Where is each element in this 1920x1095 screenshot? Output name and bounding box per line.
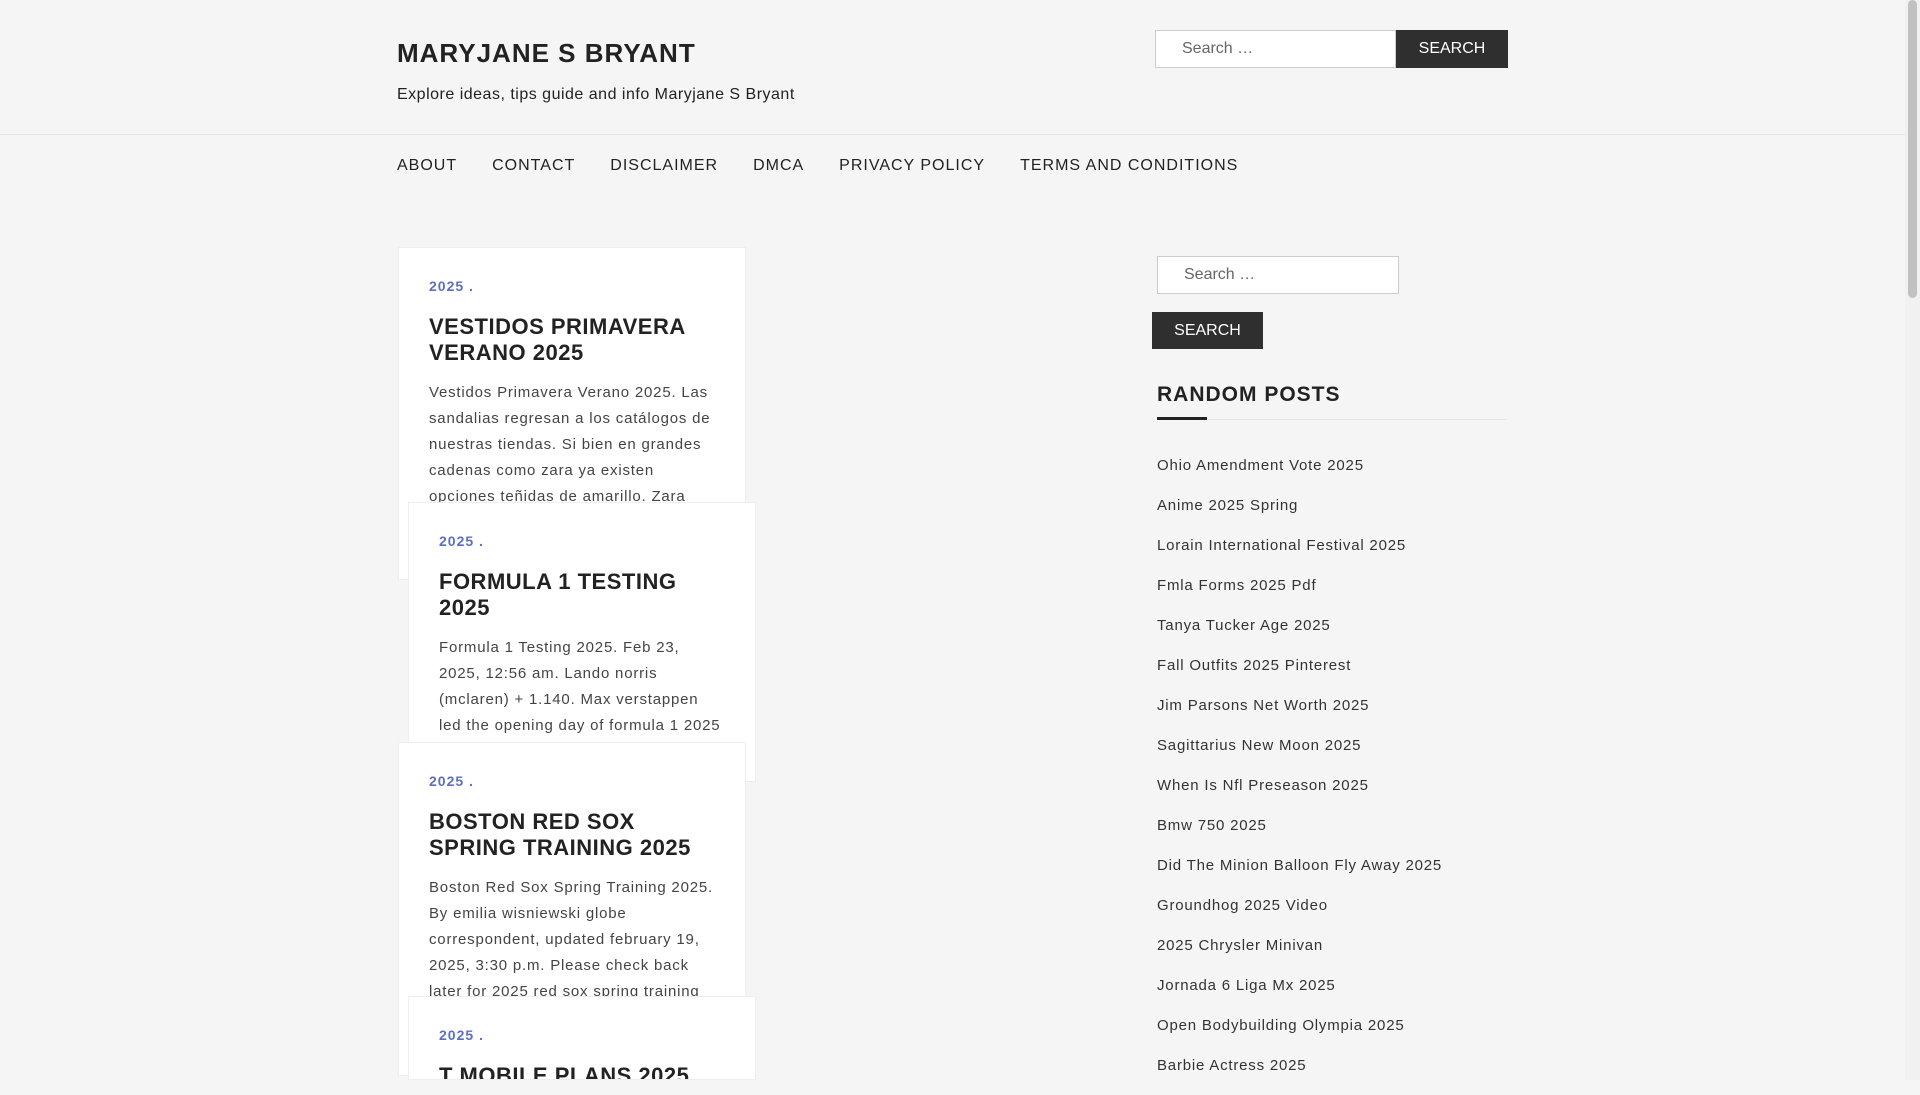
random-post-link[interactable]: Open Bodybuilding Olympia 2025 bbox=[1157, 1015, 1442, 1055]
post-card: 2025 . FORMULA 1 TESTING 2025 Formula 1 … bbox=[408, 502, 756, 782]
random-post-link[interactable]: Lorain International Festival 2025 bbox=[1157, 535, 1442, 575]
random-post-link[interactable]: Sagittarius New Moon 2025 bbox=[1157, 735, 1442, 775]
random-post-link[interactable]: 2025 Chrysler Minivan bbox=[1157, 935, 1442, 975]
nav-about[interactable]: ABOUT bbox=[397, 157, 457, 175]
sidebar-search-input[interactable]: Search … bbox=[1157, 256, 1399, 294]
random-post-link[interactable]: Bmw 750 2025 bbox=[1157, 815, 1442, 855]
random-posts-title: RANDOM POSTS bbox=[1157, 383, 1341, 406]
random-post-link[interactable]: Fmla Forms 2025 Pdf bbox=[1157, 575, 1442, 615]
nav-dmca[interactable]: DMCA bbox=[753, 157, 804, 175]
random-post-link[interactable]: Anime 2025 Spring bbox=[1157, 495, 1442, 535]
post-title[interactable]: BOSTON RED SOX SPRING TRAINING 2025 bbox=[429, 809, 715, 861]
post-title[interactable]: VESTIDOS PRIMAVERA VERANO 2025 bbox=[429, 314, 715, 366]
post-excerpt: Vestidos Primavera Verano 2025. Las sand… bbox=[429, 384, 711, 505]
random-posts-list: Ohio Amendment Vote 2025 Anime 2025 Spri… bbox=[1157, 455, 1442, 1095]
widget-divider-accent bbox=[1157, 417, 1207, 420]
random-post-link[interactable]: Jornada 6 Liga Mx 2025 bbox=[1157, 975, 1442, 1015]
site-title[interactable]: MARYJANE S BRYANT bbox=[397, 38, 696, 69]
post-title[interactable]: T MOBILE PLANS 2025 bbox=[439, 1063, 725, 1079]
header-search-button[interactable]: SEARCH bbox=[1396, 30, 1508, 68]
header-divider bbox=[0, 134, 1906, 135]
random-post-link[interactable]: Fall Outfits 2025 Pinterest bbox=[1157, 655, 1442, 695]
post-category[interactable]: 2025 . bbox=[439, 1027, 725, 1043]
random-post-link[interactable]: Ohio Amendment Vote 2025 bbox=[1157, 455, 1442, 495]
nav-terms-and-conditions[interactable]: TERMS AND CONDITIONS bbox=[1020, 157, 1238, 175]
nav-contact[interactable]: CONTACT bbox=[492, 157, 575, 175]
sidebar-search-form: Search … SEARCH bbox=[1152, 256, 1399, 349]
post-category[interactable]: 2025 . bbox=[429, 773, 715, 789]
page-scrollbar[interactable] bbox=[1905, 0, 1920, 1080]
random-post-link[interactable]: Groundhog 2025 Video bbox=[1157, 895, 1442, 935]
post-card: 2025 . T MOBILE PLANS 2025 bbox=[408, 996, 756, 1080]
random-post-link[interactable]: Did The Minion Balloon Fly Away 2025 bbox=[1157, 855, 1442, 895]
random-post-link[interactable]: Tanya Tucker Age 2025 bbox=[1157, 615, 1442, 655]
site-description: Explore ideas, tips guide and info Maryj… bbox=[397, 86, 795, 103]
main-navigation: ABOUT CONTACT DISCLAIMER DMCA PRIVACY PO… bbox=[397, 157, 1273, 175]
post-title[interactable]: FORMULA 1 TESTING 2025 bbox=[439, 569, 725, 621]
post-category[interactable]: 2025 . bbox=[439, 533, 725, 549]
sidebar-search-button[interactable]: SEARCH bbox=[1152, 312, 1263, 349]
random-post-link[interactable]: Barbie Actress 2025 bbox=[1157, 1055, 1442, 1095]
nav-disclaimer[interactable]: DISCLAIMER bbox=[610, 157, 718, 175]
nav-privacy-policy[interactable]: PRIVACY POLICY bbox=[839, 157, 985, 175]
random-post-link[interactable]: Jim Parsons Net Worth 2025 bbox=[1157, 695, 1442, 735]
post-category[interactable]: 2025 . bbox=[429, 278, 715, 294]
header-search-input[interactable]: Search … bbox=[1155, 30, 1396, 68]
widget-divider bbox=[1157, 419, 1507, 420]
post-excerpt: Boston Red Sox Spring Training 2025. By … bbox=[429, 879, 713, 1000]
header-search-form: Search … SEARCH bbox=[1155, 30, 1508, 68]
random-post-link[interactable]: When Is Nfl Preseason 2025 bbox=[1157, 775, 1442, 815]
scrollbar-thumb[interactable] bbox=[1908, 0, 1917, 298]
